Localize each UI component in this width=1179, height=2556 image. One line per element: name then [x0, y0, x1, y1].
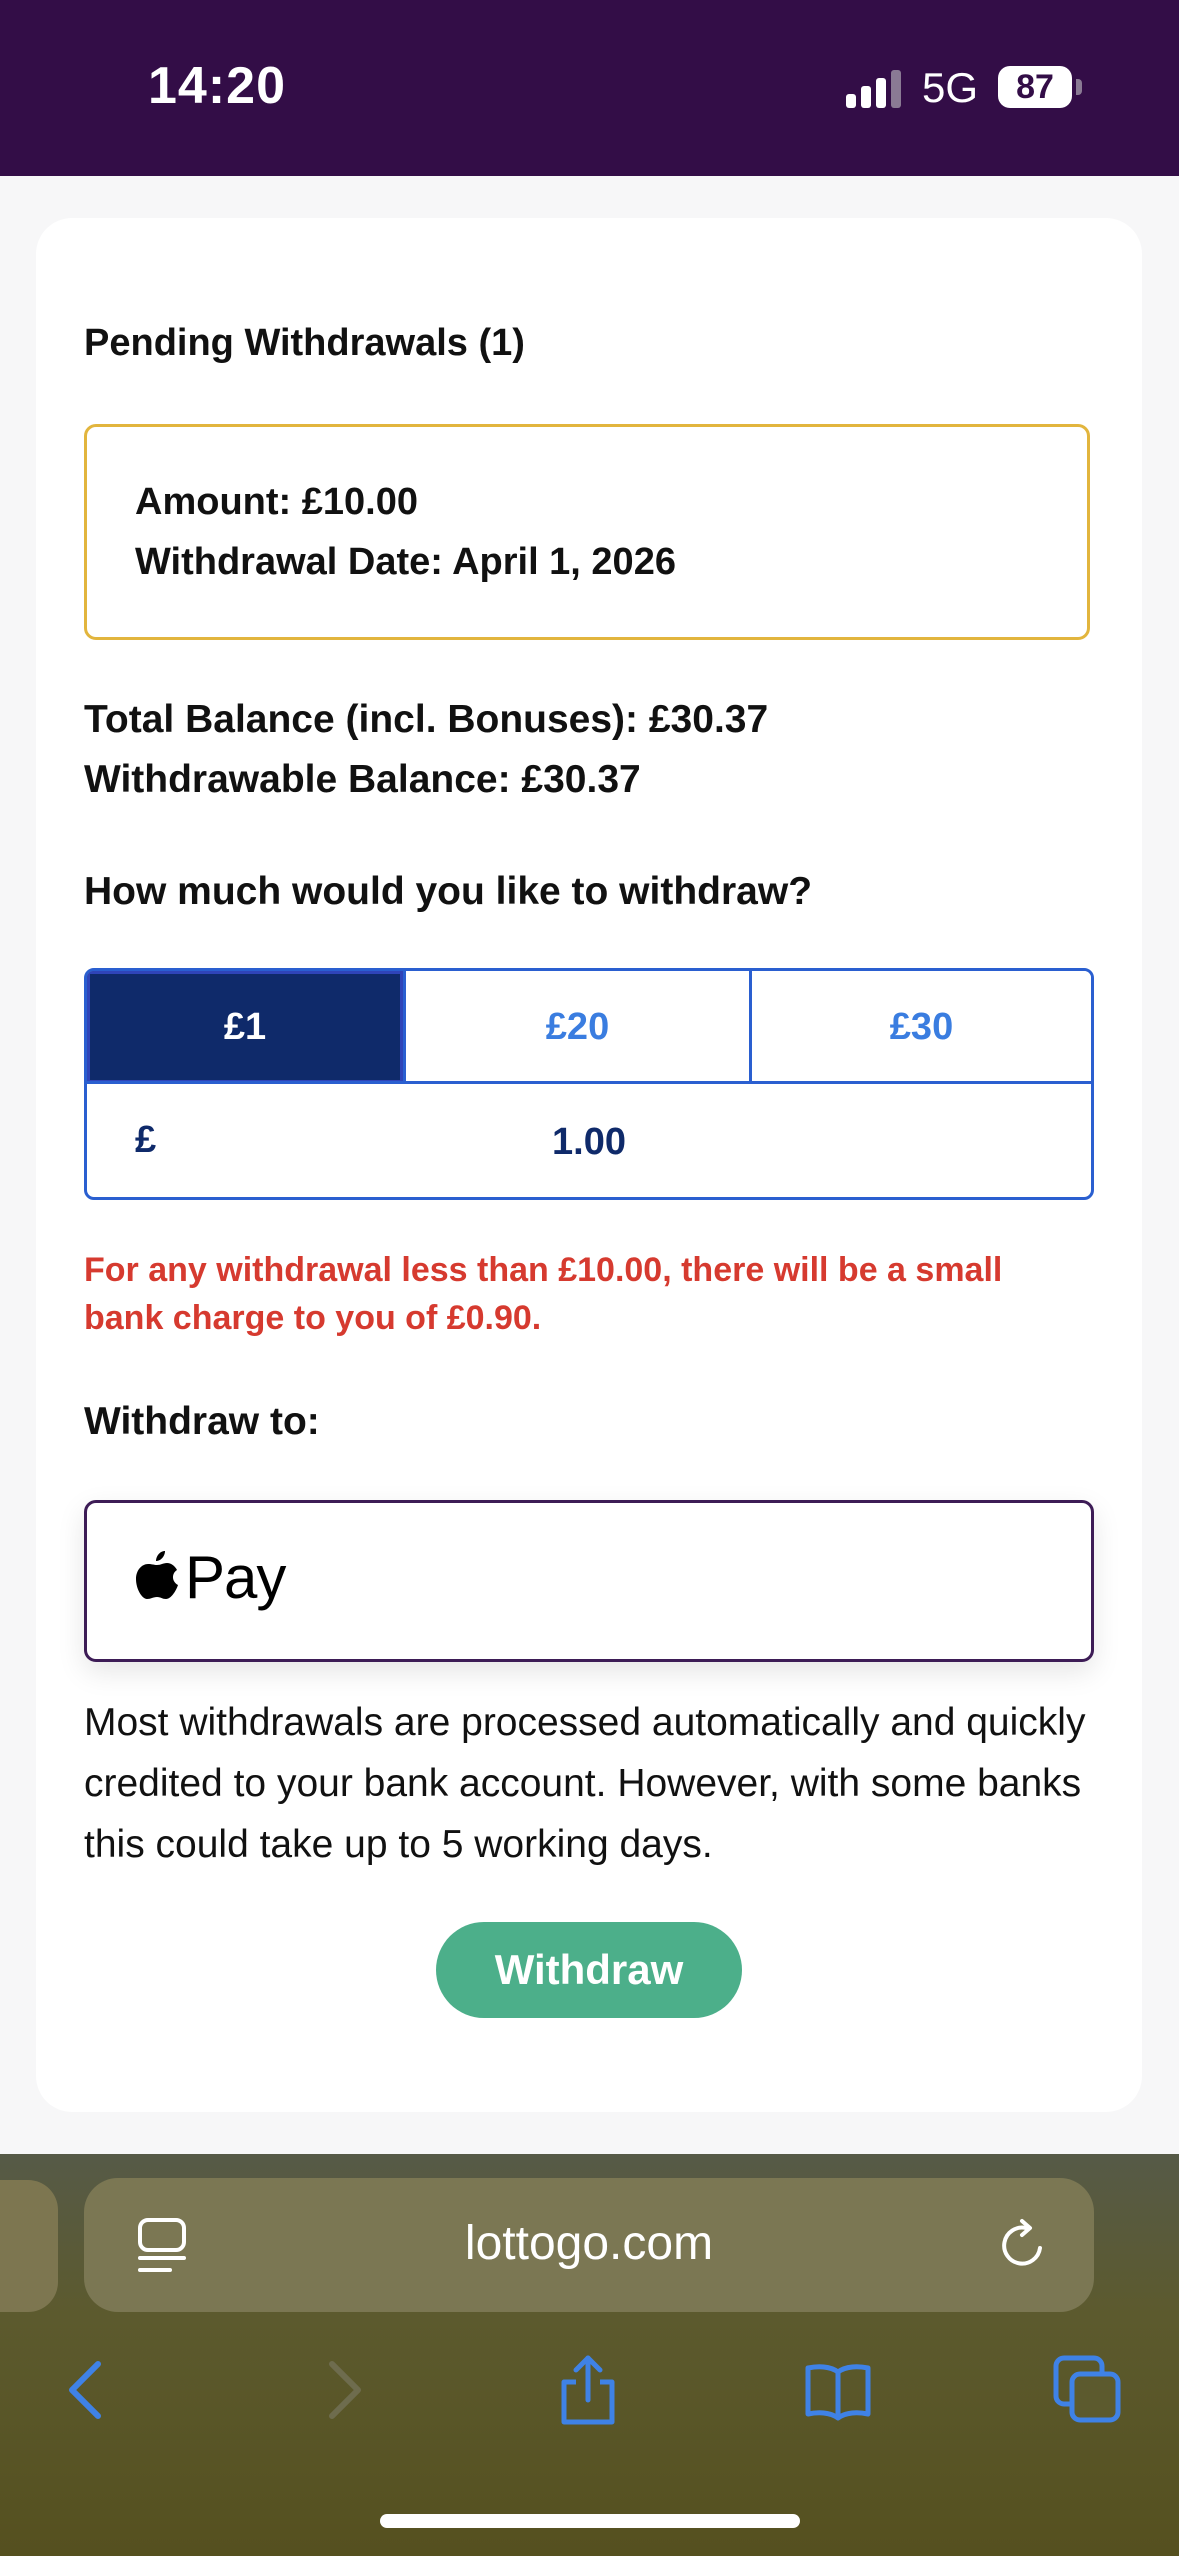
signal-icon — [846, 70, 901, 108]
status-bar: 14:20 5G 87 — [0, 0, 1179, 176]
withdraw-button[interactable]: Withdraw — [436, 1922, 742, 2018]
previous-tab-peek[interactable] — [0, 2180, 58, 2312]
battery-tip — [1076, 79, 1082, 95]
bookmarks-icon[interactable] — [802, 2354, 874, 2426]
total-balance: Total Balance (incl. Bonuses): £30.37 — [84, 698, 769, 741]
processing-info: Most withdrawals are processed automatic… — [84, 1701, 1086, 1866]
battery-level: 87 — [998, 66, 1072, 108]
withdrawable-balance: Withdrawable Balance: £30.37 — [84, 758, 641, 801]
pending-withdrawals-title: Pending Withdrawals (1) — [84, 322, 525, 364]
pending-amount: Amount: £10.00 — [135, 481, 418, 523]
pending-withdrawal-box: Amount: £10.00 Withdrawal Date: April 1,… — [84, 424, 1090, 640]
forward-icon[interactable] — [306, 2354, 378, 2426]
browser-toolbar: lottogo.com — [0, 2154, 1179, 2556]
reload-icon[interactable] — [996, 2218, 1052, 2274]
withdraw-question: How much would you like to withdraw? — [84, 870, 813, 913]
home-indicator[interactable] — [380, 2514, 800, 2528]
apple-pay-label: Pay — [185, 1544, 286, 1611]
status-time: 14:20 — [148, 57, 286, 115]
network-type: 5G — [922, 64, 979, 111]
address-bar[interactable]: lottogo.com — [84, 2178, 1094, 2312]
amount-selector: £1 £20 £30 £ — [84, 968, 1094, 1200]
pending-date: Withdrawal Date: April 1, 2026 — [135, 541, 676, 583]
preset-20-button[interactable]: £20 — [406, 971, 749, 1083]
bank-charge-warning: For any withdrawal less than £10.00, the… — [84, 1251, 1003, 1337]
tabs-icon[interactable] — [1052, 2354, 1124, 2426]
apple-logo-icon — [136, 1551, 178, 1599]
preset-1-button[interactable]: £1 — [87, 971, 403, 1083]
preset-30-button[interactable]: £30 — [752, 971, 1091, 1083]
amount-input[interactable] — [207, 1089, 971, 1195]
withdraw-to-label: Withdraw to: — [84, 1400, 320, 1443]
url-text: lottogo.com — [464, 2217, 714, 2270]
apple-pay-option[interactable]: Pay — [84, 1500, 1094, 1662]
row-divider — [87, 1081, 1091, 1084]
back-icon[interactable] — [52, 2354, 124, 2426]
currency-symbol: £ — [135, 1119, 157, 1161]
share-icon[interactable] — [552, 2354, 624, 2426]
